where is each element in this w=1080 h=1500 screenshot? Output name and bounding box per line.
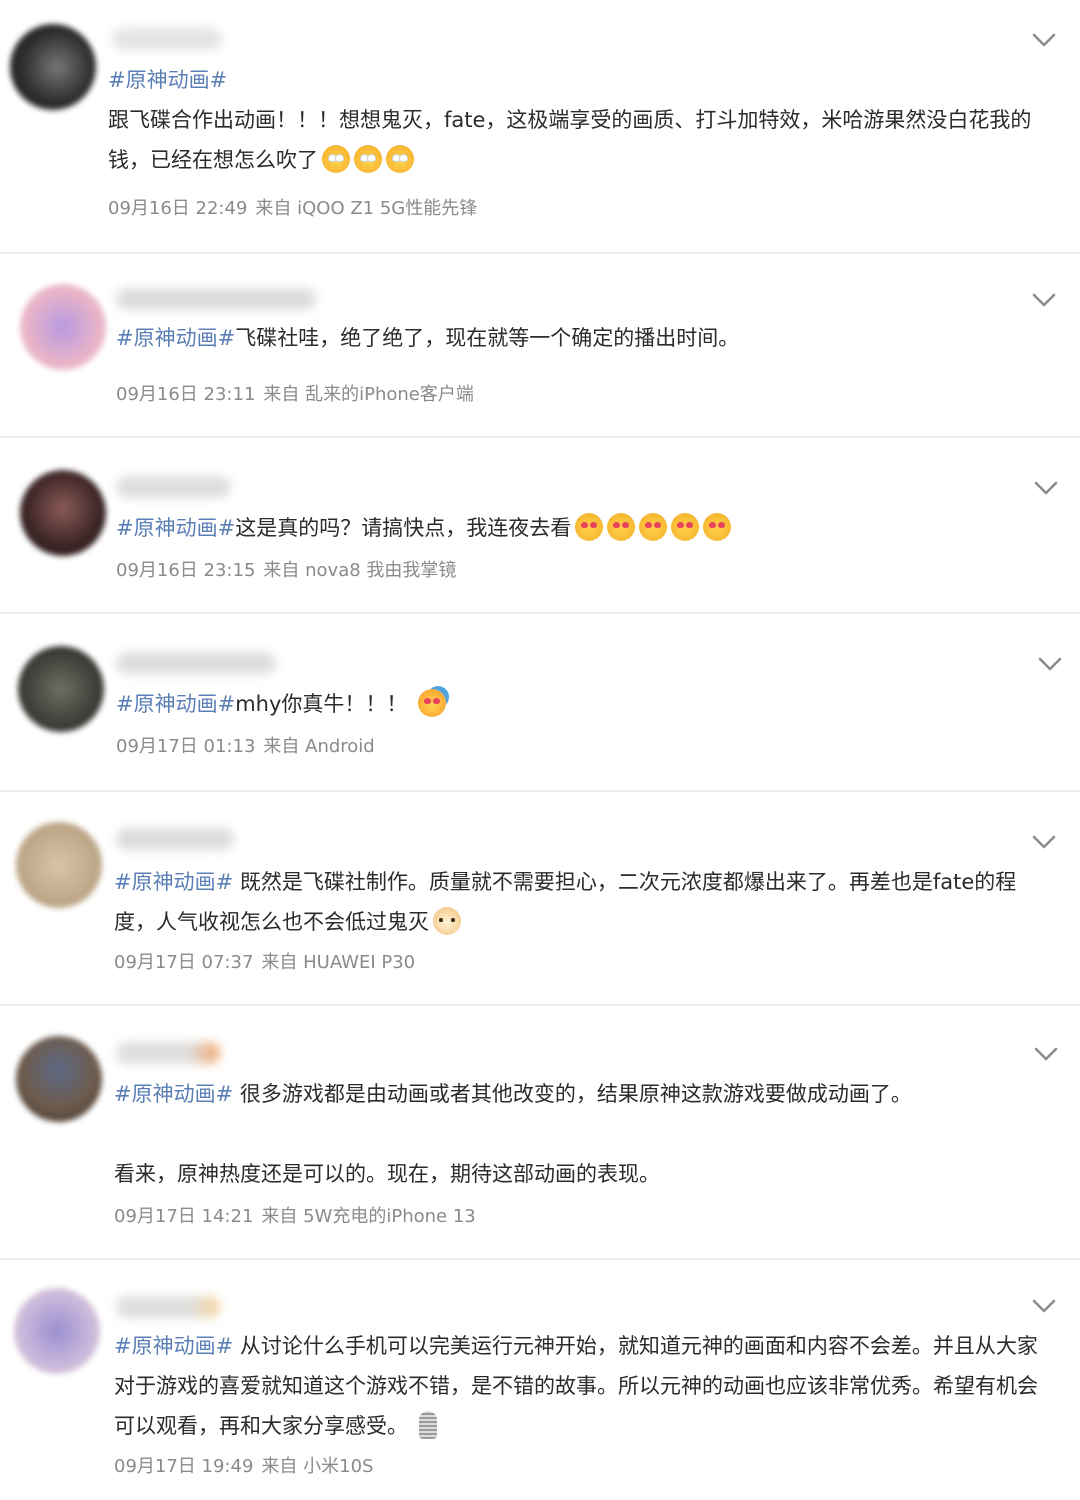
comment-meta: 09月17日 07:37 来自 HUAWEI P30 <box>114 948 423 974</box>
comment-text: #原神动画#这是真的吗？请搞快点，我连夜去看 <box>116 508 1046 548</box>
comment-item: #原神动画#这是真的吗？请搞快点，我连夜去看 09月16日 23:15 来自 no… <box>0 438 1080 614</box>
comment-source[interactable]: 来自 Android <box>263 736 374 757</box>
comment-time: 09月16日 23:15 <box>116 560 256 581</box>
username-blurred[interactable] <box>116 828 234 850</box>
comment-time: 09月16日 22:49 <box>108 198 248 219</box>
star-eyes-emoji-icon <box>322 145 350 173</box>
doge-emoji-icon <box>433 907 461 935</box>
comment-text: #原神动画# 从讨论什么手机可以完美运行元神开始，就知道元神的画面和内容不会差。… <box>114 1334 1038 1439</box>
heart-eyes-emoji-icon <box>575 513 604 541</box>
avatar[interactable] <box>20 470 106 556</box>
comment-item: #原神动画# 跟飞碟合作出动画！！！想想鬼灭，fate，这极端享受的画质、打斗加… <box>0 0 1080 254</box>
avatar[interactable] <box>10 24 96 110</box>
heart-eyes-emoji-icon <box>639 513 668 541</box>
comment-text: #原神动画#mhy你真牛！！！ <box>116 684 1046 724</box>
chevron-down-icon[interactable] <box>1036 654 1064 674</box>
comment-meta: 09月16日 23:11 来自 乱来的iPhone客户端 <box>116 380 482 406</box>
chevron-down-icon[interactable] <box>1030 30 1058 50</box>
comment-text: #原神动画# 很多游戏都是由动画或者其他改变的，结果原神这款游戏要做成动画了。 … <box>114 1082 912 1186</box>
microphone-emoji-icon <box>418 1411 437 1439</box>
comment-time: 09月17日 19:49 <box>114 1456 254 1477</box>
star-eyes-emoji-icon <box>354 145 382 173</box>
comment-text: #原神动画#飞碟社哇，绝了绝了，现在就等一个确定的播出时间。 <box>116 326 740 350</box>
avatar[interactable] <box>16 822 102 908</box>
hashtag-link[interactable]: #原神动画# <box>116 326 235 350</box>
hashtag-link[interactable]: #原神动画# <box>108 68 227 92</box>
comment-item: #原神动画# 很多游戏都是由动画或者其他改变的，结果原神这款游戏要做成动画了。 … <box>0 1006 1080 1260</box>
comment-source[interactable]: 来自 iQOO Z1 5G性能先锋 <box>255 198 477 219</box>
hashtag-link[interactable]: #原神动画# <box>114 1082 233 1106</box>
hashtag-link[interactable]: #原神动画# <box>114 1334 233 1358</box>
comment-feed: #原神动画# 跟飞碟合作出动画！！！想想鬼灭，fate，这极端享受的画质、打斗加… <box>0 0 1080 1500</box>
comment-time: 09月17日 14:21 <box>114 1206 254 1227</box>
comment-source[interactable]: 来自 nova8 我由我掌镜 <box>263 560 456 581</box>
hashtag-link[interactable]: #原神动画# <box>114 870 233 894</box>
comment-meta: 09月16日 23:15 来自 nova8 我由我掌镜 <box>116 556 464 582</box>
heart-eyes-emoji-icon <box>671 513 700 541</box>
comment-source[interactable]: 来自 小米10S <box>261 1456 373 1477</box>
chevron-down-icon[interactable] <box>1030 290 1058 310</box>
avatar[interactable] <box>16 1036 102 1122</box>
hashtag-link[interactable]: #原神动画# <box>116 692 235 716</box>
heart-eyes-emoji-icon <box>703 513 732 541</box>
username-blurred[interactable] <box>116 476 231 498</box>
chevron-down-icon[interactable] <box>1030 832 1058 852</box>
chevron-down-icon[interactable] <box>1032 478 1060 498</box>
comment-text: #原神动画# 既然是飞碟社制作。质量就不需要担心，二次元浓度都爆出来了。再差也是… <box>114 870 1017 935</box>
username-blurred[interactable] <box>116 1296 220 1318</box>
comment-item: #原神动画# 从讨论什么手机可以完美运行元神开始，就知道元神的画面和内容不会差。… <box>0 1260 1080 1500</box>
comment-item: #原神动画# 既然是飞碟社制作。质量就不需要担心，二次元浓度都爆出来了。再差也是… <box>0 792 1080 1006</box>
avatar[interactable] <box>20 284 106 370</box>
hashtag-link[interactable]: #原神动画# <box>116 516 235 540</box>
comment-meta: 09月17日 19:49 来自 小米10S <box>114 1452 381 1478</box>
chevron-down-icon[interactable] <box>1032 1044 1060 1064</box>
comment-source[interactable]: 来自 HUAWEI P30 <box>261 952 415 973</box>
heart-eyes-emoji-icon <box>607 513 636 541</box>
comment-meta: 09月16日 22:49 来自 iQOO Z1 5G性能先锋 <box>108 194 485 220</box>
comment-time: 09月17日 07:37 <box>114 952 254 973</box>
avatar[interactable] <box>18 646 104 732</box>
comment-source[interactable]: 来自 乱来的iPhone客户端 <box>263 384 473 405</box>
comment-item: #原神动画#飞碟社哇，绝了绝了，现在就等一个确定的播出时间。 09月16日 23… <box>0 254 1080 438</box>
comment-text: #原神动画# 跟飞碟合作出动画！！！想想鬼灭，fate，这极端享受的画质、打斗加… <box>108 68 1032 173</box>
comment-source[interactable]: 来自 5W充电的iPhone 13 <box>261 1206 475 1227</box>
username-blurred[interactable] <box>116 652 276 674</box>
party-emoji-icon <box>418 689 447 717</box>
comment-time: 09月16日 23:11 <box>116 384 256 405</box>
comment-item: #原神动画#mhy你真牛！！！ 09月17日 01:13 来自 Android <box>0 614 1080 792</box>
username-blurred[interactable] <box>112 28 222 50</box>
comment-time: 09月17日 01:13 <box>116 736 256 757</box>
comment-meta: 09月17日 01:13 来自 Android <box>116 732 383 758</box>
chevron-down-icon[interactable] <box>1030 1296 1058 1316</box>
username-blurred[interactable] <box>116 1042 220 1064</box>
star-eyes-emoji-icon <box>386 145 414 173</box>
avatar[interactable] <box>14 1288 100 1374</box>
username-blurred[interactable] <box>116 288 316 310</box>
comment-meta: 09月17日 14:21 来自 5W充电的iPhone 13 <box>114 1202 484 1228</box>
